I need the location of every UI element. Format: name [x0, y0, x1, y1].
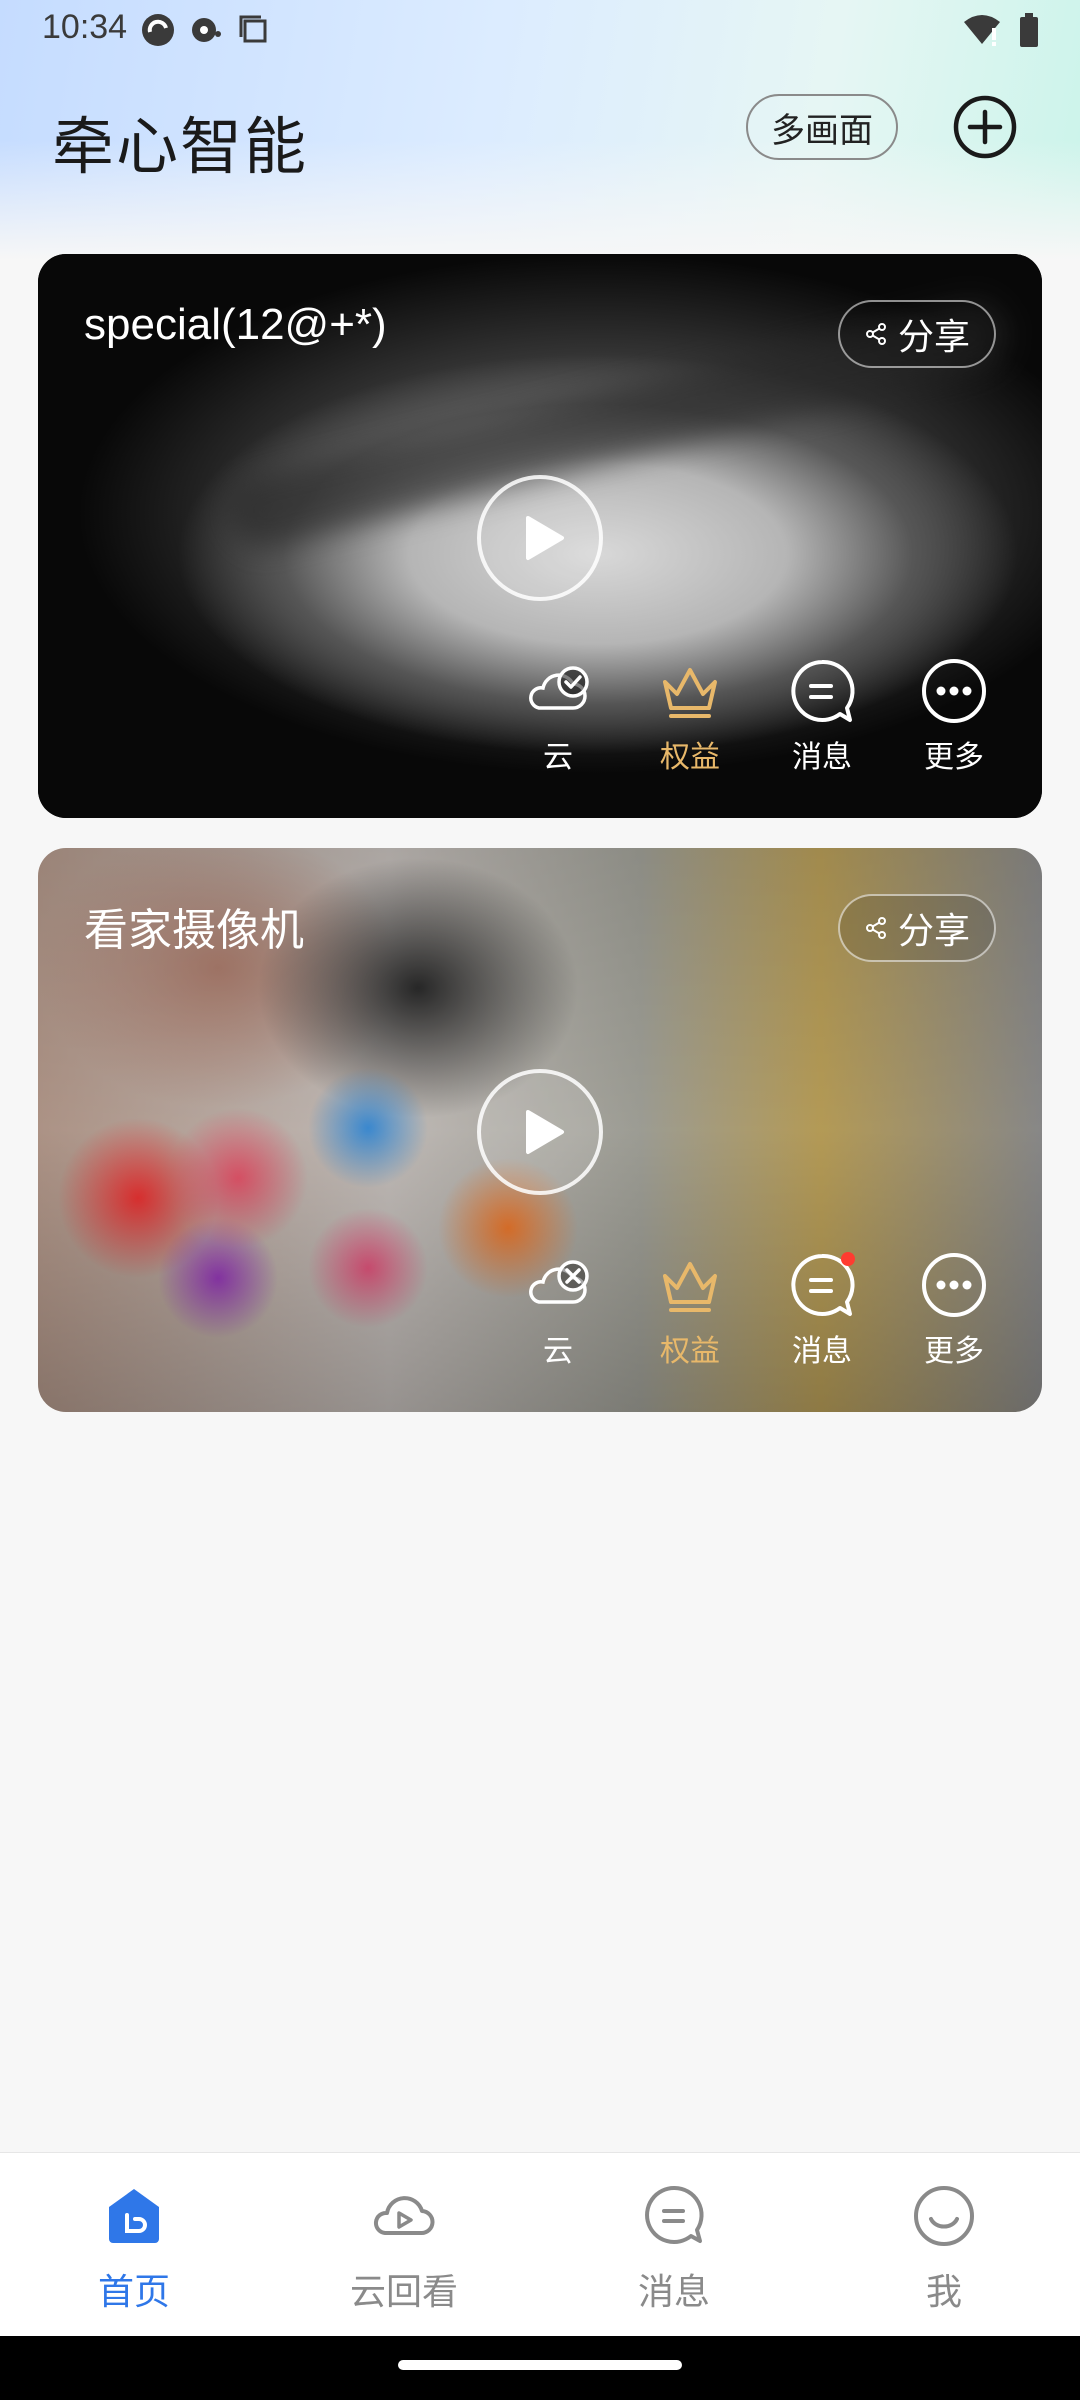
camera-actions: 云 权益 消息 更多	[508, 656, 1028, 786]
status-bar: 10:34	[0, 0, 1080, 60]
more-label: 更多	[924, 1335, 984, 1368]
home-icon	[109, 2189, 159, 2243]
camera-name: 看家摄像机	[84, 906, 304, 955]
nav-label: 消息	[637, 2271, 710, 2312]
share-button[interactable]: 分享	[838, 894, 996, 962]
cloud-off-icon	[529, 1260, 589, 1304]
status-notification-icons	[140, 12, 272, 48]
camera-card[interactable]: special(12@+*) 分享 云 权益 消息 更多	[38, 254, 1042, 818]
crown-icon	[663, 668, 717, 718]
nav-item-profile[interactable]: 我	[844, 2183, 1044, 2315]
multi-view-button[interactable]: 多画面	[746, 94, 898, 160]
app-header: 牵心智能 多画面	[0, 80, 1080, 182]
unread-dot	[841, 1252, 855, 1266]
more-label: 更多	[924, 741, 984, 774]
cloud-action[interactable]: 云	[508, 1250, 608, 1370]
page-title: 牵心智能	[52, 113, 309, 182]
nav-item-messages[interactable]: 消息	[574, 2183, 774, 2315]
status-system-icons	[962, 12, 1040, 48]
cloud-action[interactable]: 云	[508, 656, 608, 776]
messages-action[interactable]: 消息	[772, 656, 872, 776]
message-icon	[791, 659, 855, 722]
cloud-playback-icon	[374, 2196, 435, 2235]
play-icon[interactable]	[476, 1068, 604, 1196]
cloud-check-icon	[529, 666, 589, 710]
benefits-label: 权益	[660, 741, 720, 774]
more-action[interactable]: 更多	[904, 656, 1004, 776]
cloud-label: 云	[543, 741, 573, 774]
status-time: 10:34	[42, 8, 128, 46]
system-navigation-bar	[0, 2336, 1080, 2400]
messages-label: 消息	[792, 1335, 852, 1368]
profile-icon	[914, 2186, 974, 2246]
benefits-action[interactable]: 权益	[640, 656, 740, 776]
battery-icon	[1020, 13, 1038, 47]
app-notification-icon	[142, 14, 174, 46]
play-icon[interactable]	[476, 474, 604, 602]
share-button[interactable]: 分享	[838, 300, 996, 368]
share-icon	[865, 323, 886, 345]
more-icon	[922, 1253, 986, 1317]
benefits-action[interactable]: 权益	[640, 1250, 740, 1370]
camera-actions: 云 权益 消息 更多	[508, 1250, 1028, 1380]
message-icon-wrapper	[787, 1250, 857, 1320]
benefits-label: 权益	[660, 1335, 720, 1368]
messages-label: 消息	[792, 741, 852, 774]
cloud-label: 云	[543, 1335, 573, 1368]
share-label: 分享	[897, 910, 970, 951]
share-label: 分享	[897, 316, 970, 357]
sync-notification-icon	[192, 18, 221, 42]
crown-icon	[663, 1262, 717, 1312]
nav-item-home[interactable]: 首页	[34, 2183, 234, 2315]
nav-item-cloud-playback[interactable]: 云回看	[304, 2183, 504, 2315]
wifi-icon	[964, 15, 1000, 46]
bottom-navigation: 首页 云回看 消息 我	[0, 2152, 1080, 2337]
more-icon	[922, 659, 986, 723]
add-device-icon[interactable]	[950, 92, 1020, 162]
camera-card[interactable]: 看家摄像机 分享 云 权益 消息 更多	[38, 848, 1042, 1412]
share-icon	[865, 917, 886, 939]
nav-label: 首页	[97, 2271, 170, 2312]
home-gesture-handle[interactable]	[398, 2360, 682, 2370]
nav-label: 云回看	[349, 2271, 458, 2312]
nav-label: 我	[925, 2271, 962, 2312]
more-action[interactable]: 更多	[904, 1250, 1004, 1370]
camera-name: special(12@+*)	[84, 300, 387, 349]
messages-action[interactable]: 消息	[772, 1250, 872, 1370]
message-icon	[645, 2185, 704, 2244]
screenshot-notification-icon	[239, 15, 267, 43]
